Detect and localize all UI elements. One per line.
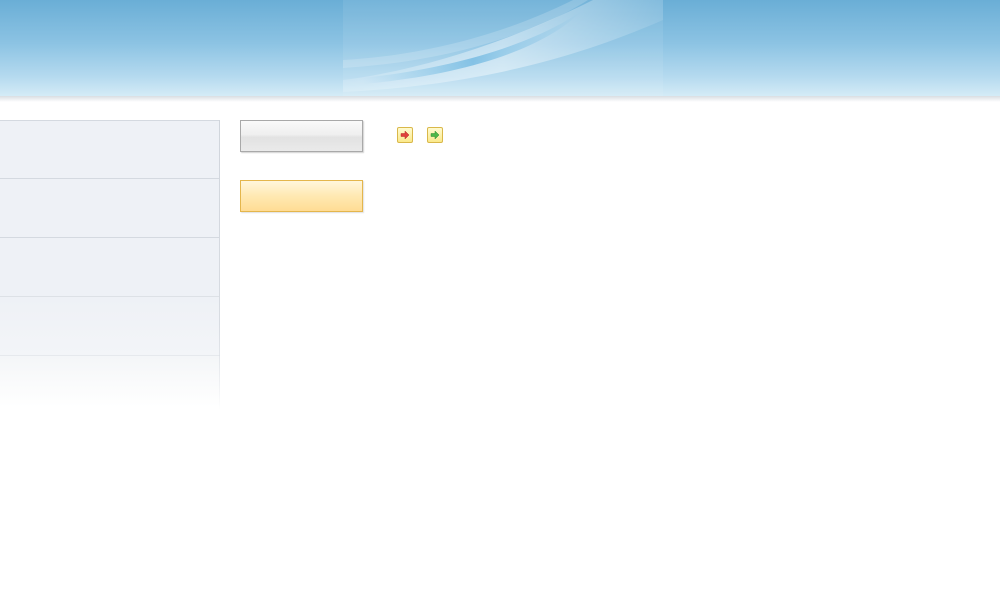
sidebar-item-5[interactable]	[0, 355, 220, 407]
header-banner	[0, 0, 1000, 96]
header-shadow	[0, 96, 1000, 102]
arrow-right-green-icon[interactable]	[427, 127, 443, 143]
sidebar-item-2[interactable]	[0, 178, 220, 237]
gray-button[interactable]	[240, 120, 363, 152]
sidebar-item-1[interactable]	[0, 120, 220, 178]
sidebar-item-3[interactable]	[0, 237, 220, 296]
sidebar-divider	[219, 120, 220, 410]
arrow-right-red-icon[interactable]	[397, 127, 413, 143]
yellow-button[interactable]	[240, 180, 363, 212]
sidebar-menu	[0, 120, 220, 410]
sidebar-item-4[interactable]	[0, 296, 220, 355]
banner-swoosh-graphic	[343, 0, 663, 96]
